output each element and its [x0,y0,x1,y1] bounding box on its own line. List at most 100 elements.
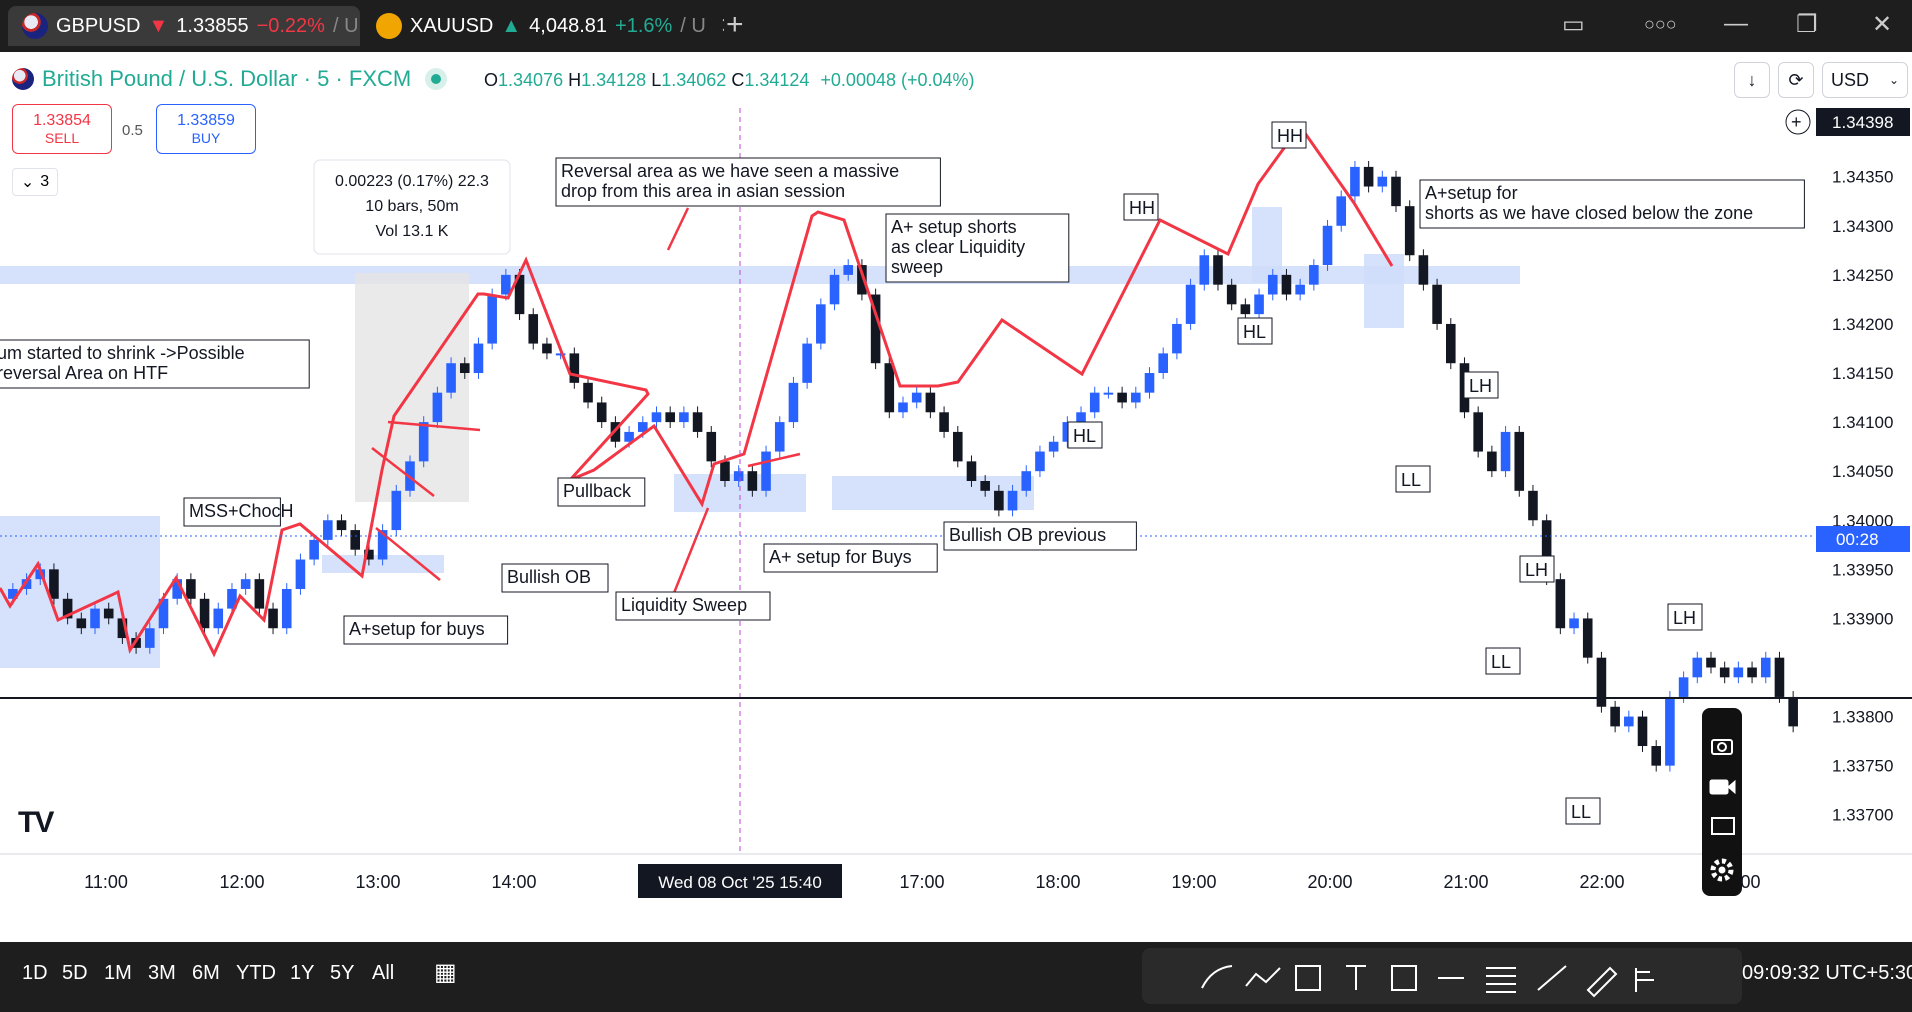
candle [49,569,59,599]
candle [1596,657,1607,707]
drawing-toolbar [1142,948,1742,1004]
candle [1747,667,1757,678]
range-5y[interactable]: 5Y [330,962,354,985]
structure-label-text: HL [1243,322,1266,342]
minimize-icon[interactable]: — [1724,10,1748,38]
annotation-text: shorts as we have closed below the zone [1425,203,1753,223]
candle [473,343,484,374]
browser-tab-bar: GBPUSD ▼ 1.33855 −0.22% / U ✕ XAUUSD ▲ 4… [0,0,1912,52]
measure-text: 10 bars, 50m [365,198,458,215]
market-open-icon [425,68,448,90]
annotation-text: A+ setup shorts [891,217,1017,237]
refresh-icon[interactable]: ⟳ [1778,62,1814,98]
x-tick-label: 22:00 [1579,872,1624,892]
range-1y[interactable]: 1Y [290,962,314,985]
candle [418,422,429,462]
layout-icon[interactable]: ▭ [1562,10,1585,39]
calendar-icon[interactable]: ▦ [434,958,457,987]
candle [1048,441,1059,452]
measure-icon [1295,965,1321,991]
drawing-tools-icons[interactable] [1142,948,1742,1004]
y-tick-label: 1.34250 [1832,266,1893,285]
sell-button[interactable]: 1.33854 SELL [12,104,112,154]
range-5d[interactable]: 5D [62,962,88,985]
candle [350,530,361,550]
price-chart[interactable]: Reversal area as we have seen a massived… [0,108,1912,904]
buy-button[interactable]: 1.33859 BUY [156,104,256,154]
candle [1665,696,1675,766]
tab-xauusd[interactable]: XAUUSD ▲ 4,048.81 +1.6% / U ✕ [362,6,724,46]
path-icon [1245,967,1281,987]
annotation-1: A+ setup shortsas clear Liquiditysweep [885,213,1070,283]
annotation-4: MSS+ChocH [183,497,294,527]
candle [884,363,895,413]
measure-text: 0.00223 (0.17%) 22.3 [335,173,489,190]
annotation-text: um started to shrink ->Possible [0,343,245,363]
y-tick-label: 1.33750 [1832,757,1893,776]
candle [1555,579,1566,629]
range-6m[interactable]: 6M [192,962,220,985]
order-block-zone [1252,207,1282,283]
clock: 09:09:32 UTC+5:30 [1742,962,1912,984]
candle [1021,471,1032,491]
candle [336,520,347,531]
restore-icon[interactable]: ❐ [1796,10,1818,39]
candle [268,608,278,629]
structure-label-text: LH [1469,376,1492,396]
candle [1295,284,1305,295]
candle [1706,657,1716,668]
plus-icon[interactable]: + [726,8,744,42]
more-icon[interactable]: ○○○ [1644,14,1677,35]
pitchfork-icon [1635,968,1654,992]
indicators-toggle[interactable]: ⌄ 3 [12,168,58,196]
candle [1637,716,1648,747]
close-icon[interactable]: ✕ [720,13,724,39]
fib-icon [1486,967,1516,993]
candle [281,588,292,629]
candle [665,412,675,423]
chevron-down-icon: ⌄ [20,174,35,191]
chart-header: British Pound / U.S. Dollar · 5 · FXCM O… [0,52,1912,108]
annotation-text: drop from this area in asian session [561,181,845,201]
candle [788,382,799,423]
candle [1404,206,1415,256]
floating-tools [1702,708,1742,896]
annotation-text: A+setup for [1425,183,1518,203]
range-all[interactable]: All [372,962,394,985]
range-ytd[interactable]: YTD [236,962,276,985]
x-tick-label: 19:00 [1171,872,1216,892]
y-tick-label: 1.33900 [1832,609,1893,628]
range-1d[interactable]: 1D [22,962,48,985]
download-icon[interactable]: ↓ [1734,62,1770,98]
candle [1089,392,1100,413]
gbp-flag-icon [22,13,48,39]
annotation-3: um started to shrink ->Possiblereversal … [0,339,310,389]
annotation-text: A+setup for buys [349,619,485,639]
y-tick-label: 1.34100 [1832,413,1893,432]
structure-label: HH [1271,121,1307,149]
x-tick-label: 13:00 [355,872,400,892]
annotation-text: Bullish OB previous [949,525,1106,545]
candle [1007,490,1018,511]
range-1m[interactable]: 1M [104,962,132,985]
y-tick-label: 1.33700 [1832,806,1893,825]
candle [1733,667,1744,678]
currency-select[interactable]: USD ⌄ [1822,62,1908,98]
candle [569,353,580,383]
tradingview-logo: TV [18,806,54,839]
bottom-toolbar: 1D 5D 1M 3M 6M YTD 1Y 5Y All ▦ 09:09:32 UTC+5:30 [0,942,1912,1012]
window-icon [1711,817,1735,835]
candle [651,412,662,423]
candle [1391,176,1401,207]
candle [1117,392,1127,403]
tab-gbpusd[interactable]: GBPUSD ▼ 1.33855 −0.22% / U ✕ [8,6,360,46]
x-tick-label: 21:00 [1443,872,1488,892]
symbol-title[interactable]: British Pound / U.S. Dollar · 5 · FXCM [12,66,453,92]
candle [679,412,689,423]
order-block-zone [1364,254,1404,328]
annotation-6: Bullish OB [501,563,609,593]
candle [323,520,333,540]
range-3m[interactable]: 3M [148,962,176,985]
window-close-icon[interactable]: ✕ [1872,10,1892,39]
gold-coin-icon [376,13,402,39]
